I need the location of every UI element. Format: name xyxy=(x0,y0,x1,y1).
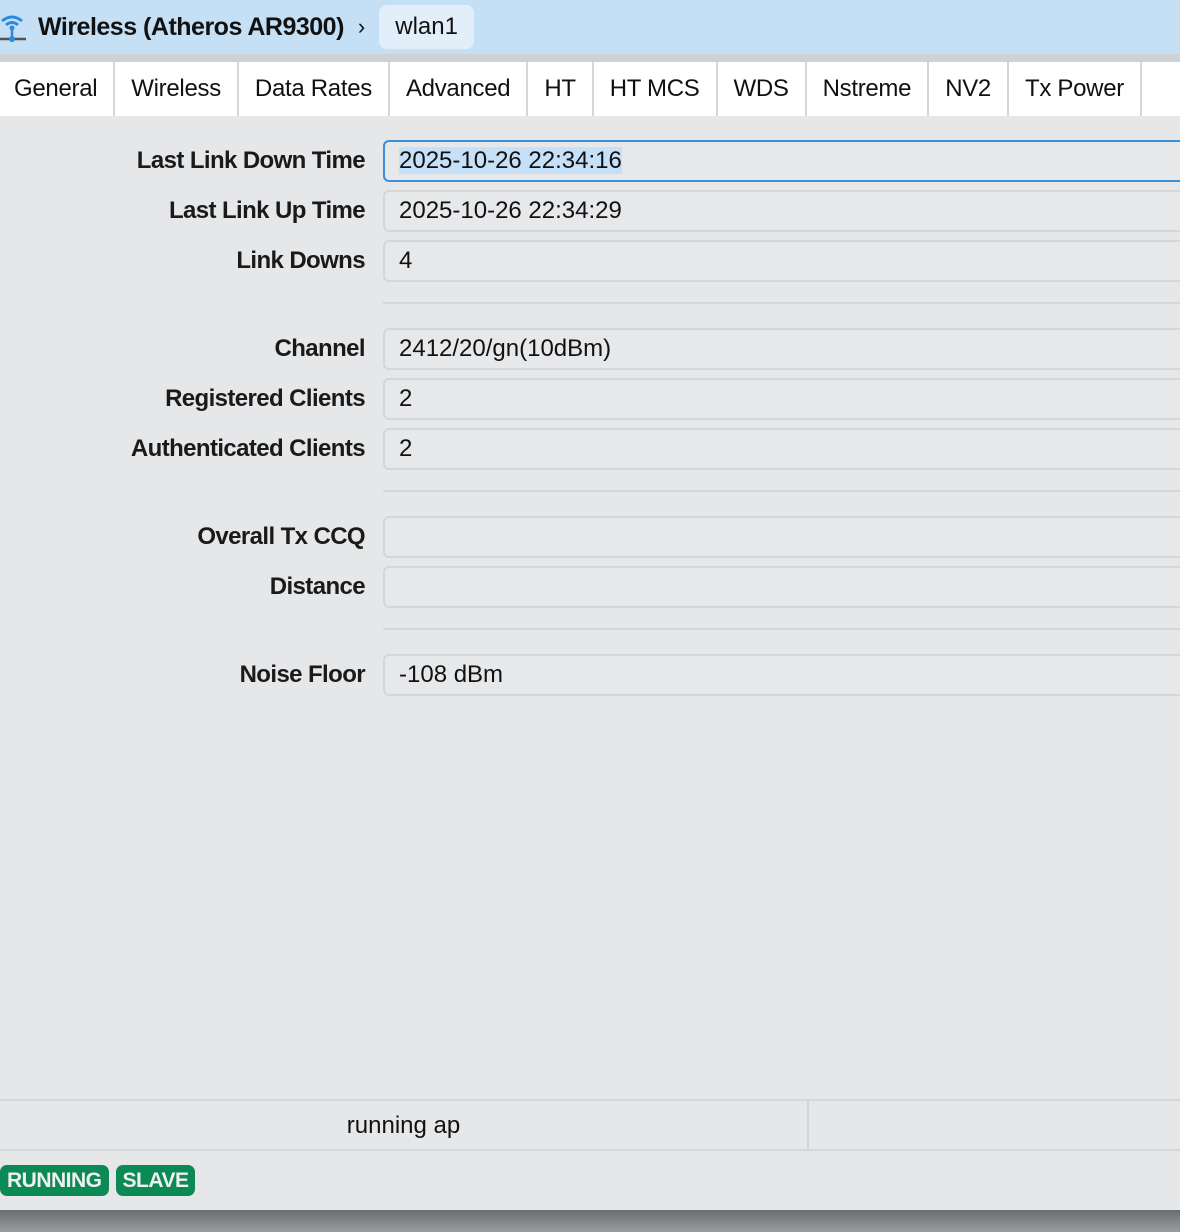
running-badge: RUNNING xyxy=(0,1165,109,1196)
tab-data-rates[interactable]: Data Rates xyxy=(239,62,390,116)
last-link-down-time-input[interactable]: 2025-10-26 22:34:16 xyxy=(383,140,1180,182)
divider xyxy=(0,54,1180,62)
window-header: Wireless (Atheros AR9300) › wlan1 xyxy=(0,0,1180,54)
field-last-link-up-time: Last Link Up Time 2025-10-26 22:34:29 xyxy=(0,190,1180,232)
noise-floor-input[interactable]: -108 dBm xyxy=(383,654,1180,696)
tab-wds[interactable]: WDS xyxy=(718,62,807,116)
divider xyxy=(383,302,1180,304)
tab-ht-mcs[interactable]: HT MCS xyxy=(594,62,718,116)
field-distance: Distance xyxy=(0,566,1180,608)
last-link-up-time-input[interactable]: 2025-10-26 22:34:29 xyxy=(383,190,1180,232)
tab-nv2[interactable]: NV2 xyxy=(929,62,1009,116)
tab-bar: General Wireless Data Rates Advanced HT … xyxy=(0,62,1180,116)
tab-wireless[interactable]: Wireless xyxy=(115,62,239,116)
status-bar: running ap xyxy=(0,1099,1180,1151)
distance-input[interactable] xyxy=(383,566,1180,608)
link-downs-input[interactable]: 4 xyxy=(383,240,1180,282)
field-label: Last Link Up Time xyxy=(168,197,366,224)
field-authenticated-clients: Authenticated Clients 2 xyxy=(0,428,1180,470)
channel-input[interactable]: 2412/20/gn(10dBm) xyxy=(383,328,1180,370)
registered-clients-input[interactable]: 2 xyxy=(383,378,1180,420)
field-registered-clients: Registered Clients 2 xyxy=(0,378,1180,420)
field-label: Overall Tx CCQ xyxy=(197,523,365,550)
breadcrumb-interface[interactable]: wlan1 xyxy=(379,5,474,49)
field-label: Channel xyxy=(274,335,366,362)
divider xyxy=(383,628,1180,630)
field-last-link-down-time: Last Link Down Time 2025-10-26 22:34:16 xyxy=(0,140,1180,182)
status-badges: RUNNING SLAVE xyxy=(0,1165,196,1196)
authenticated-clients-input[interactable]: 2 xyxy=(383,428,1180,470)
field-channel: Channel 2412/20/gn(10dBm) xyxy=(0,328,1180,370)
field-overall-tx-ccq: Overall Tx CCQ xyxy=(0,516,1180,558)
field-value: 2025-10-26 22:34:16 xyxy=(399,147,622,174)
field-label: Registered Clients xyxy=(165,385,366,412)
tab-tx-power[interactable]: Tx Power xyxy=(1009,62,1142,116)
tab-general[interactable]: General xyxy=(0,62,116,116)
breadcrumb-separator: › xyxy=(357,14,366,39)
wireless-icon xyxy=(0,7,30,47)
field-label: Distance xyxy=(269,573,366,600)
field-link-downs: Link Downs 4 xyxy=(0,240,1180,282)
field-label: Authenticated Clients xyxy=(130,435,366,462)
tab-advanced[interactable]: Advanced xyxy=(390,62,529,116)
tab-nstreme[interactable]: Nstreme xyxy=(807,62,930,116)
overall-tx-ccq-input[interactable] xyxy=(383,516,1180,558)
field-noise-floor: Noise Floor -108 dBm xyxy=(0,654,1180,696)
tab-ht[interactable]: HT xyxy=(528,62,594,116)
window-bottom-edge xyxy=(0,1210,1180,1232)
divider xyxy=(383,490,1180,492)
field-label: Last Link Down Time xyxy=(136,147,366,174)
field-label: Link Downs xyxy=(236,247,365,274)
slave-badge: SLAVE xyxy=(115,1165,196,1196)
field-label: Noise Floor xyxy=(239,661,366,688)
status-text: running ap xyxy=(0,1101,809,1149)
window-title: Wireless (Atheros AR9300) xyxy=(38,12,344,41)
